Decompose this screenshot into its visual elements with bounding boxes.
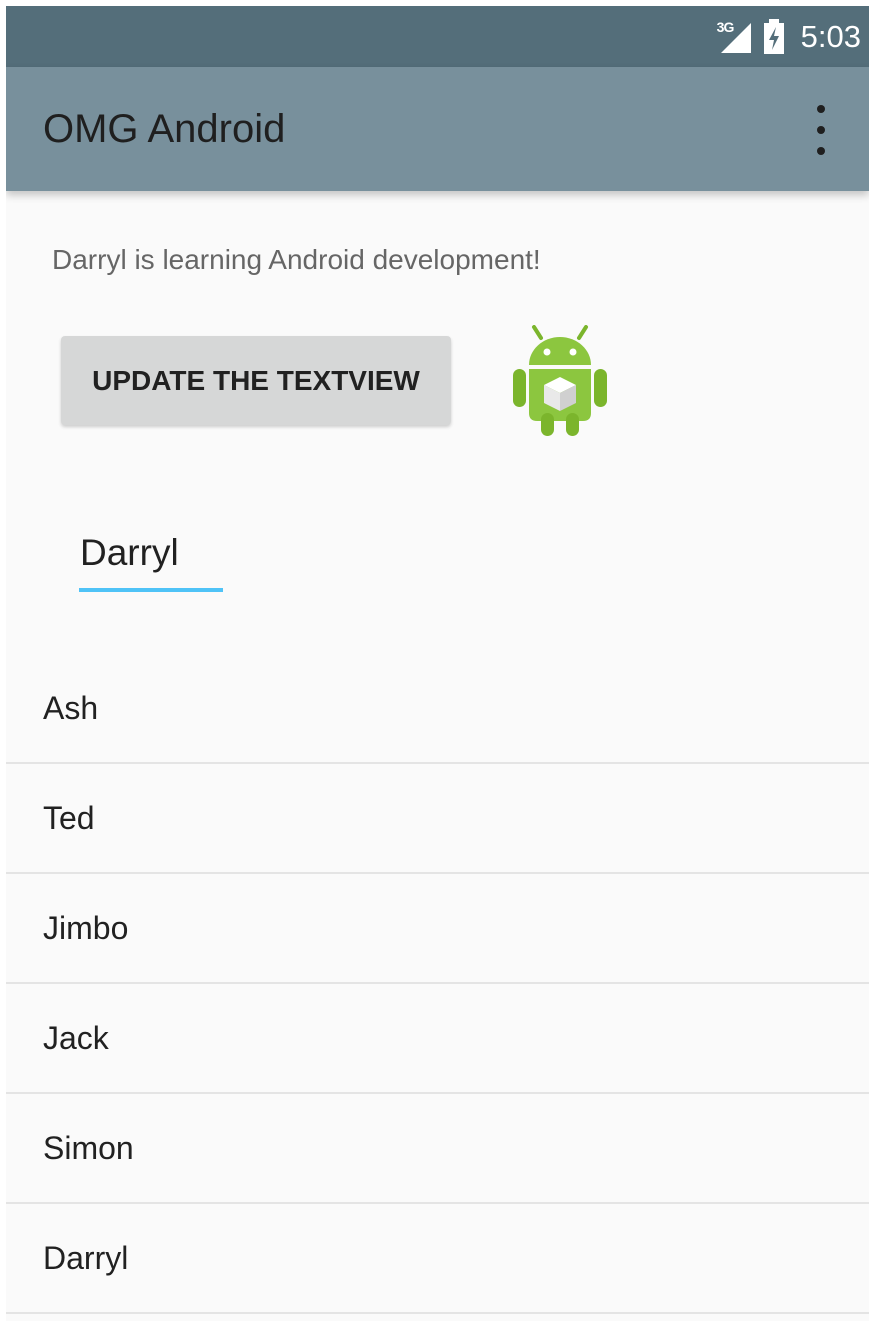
list-item[interactable]: Ted bbox=[6, 764, 869, 874]
status-time: 5:03 bbox=[800, 18, 861, 54]
app-bar: OMG Android bbox=[6, 67, 869, 191]
menu-dot bbox=[817, 147, 825, 155]
name-input-underline bbox=[79, 588, 223, 592]
signal-icon: 3G bbox=[717, 19, 753, 55]
battery-charging-icon bbox=[763, 18, 784, 54]
status-icons: 3G 5:03 bbox=[717, 6, 861, 67]
list-item[interactable]: Jack bbox=[6, 984, 869, 1094]
menu-dot bbox=[817, 126, 825, 134]
main-textview: Darryl is learning Android development! bbox=[52, 244, 541, 275]
list-item[interactable]: Simon bbox=[6, 1094, 869, 1204]
update-textview-button[interactable]: UPDATE THE TEXTVIEW bbox=[61, 336, 451, 425]
phone-screen: 3G 5:03 OMG Android Darryl is learning A… bbox=[6, 6, 869, 1321]
names-list: Ash Ted Jimbo Jack Simon Darryl bbox=[6, 654, 869, 1314]
menu-dot bbox=[817, 105, 825, 113]
list-item[interactable]: Jimbo bbox=[6, 874, 869, 984]
network-type-label: 3G bbox=[716, 18, 735, 35]
name-input[interactable] bbox=[79, 512, 223, 594]
overflow-menu-icon[interactable] bbox=[801, 105, 841, 155]
status-bar: 3G 5:03 bbox=[6, 6, 869, 67]
android-logo-icon bbox=[513, 325, 607, 436]
app-title: OMG Android bbox=[43, 107, 286, 151]
list-item[interactable]: Darryl bbox=[6, 1204, 869, 1314]
list-item[interactable]: Ash bbox=[6, 654, 869, 764]
